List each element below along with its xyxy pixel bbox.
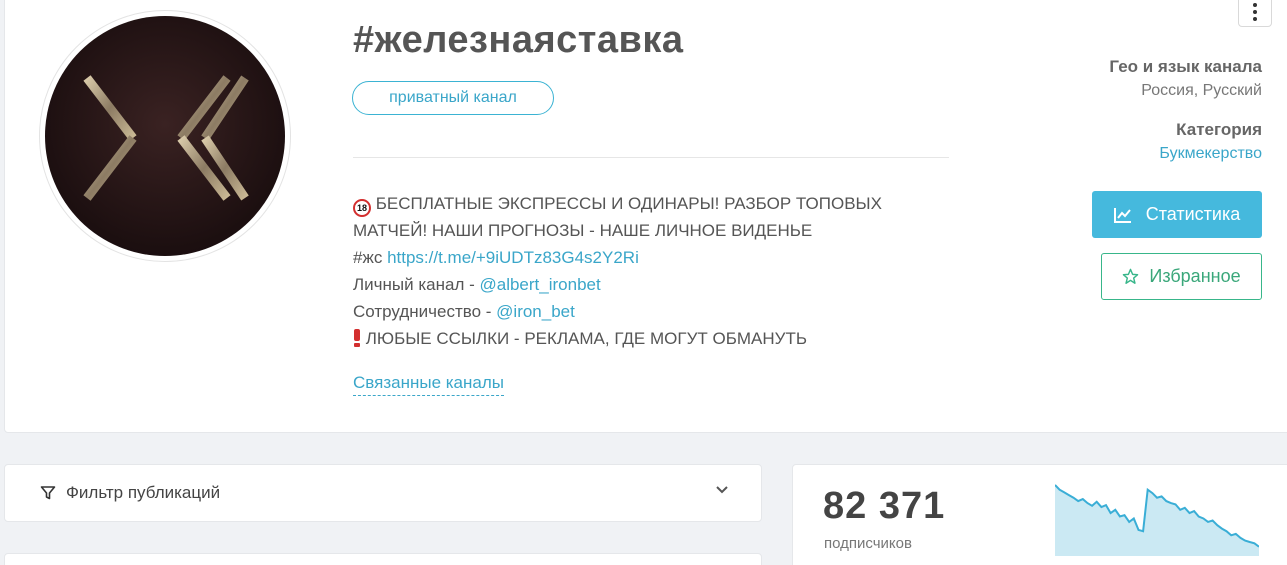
description-line-3: #жс https://t.me/+9iUDTz83G4s2Y2Ri [353, 244, 953, 271]
statistics-button[interactable]: Статистика [1092, 191, 1262, 238]
description-line-4: Личный канал - @albert_ironbet [353, 271, 953, 298]
line-chart-icon [1113, 207, 1131, 223]
invite-link[interactable]: https://t.me/+9iUDTz83G4s2Y2Ri [387, 248, 639, 267]
age-18-icon: 18 [353, 199, 371, 217]
description-text: Личный канал - [353, 275, 480, 294]
more-dot-icon [1253, 16, 1257, 21]
filter-header: Фильтр публикаций [40, 483, 220, 503]
subscribers-trend-chart [1055, 484, 1259, 556]
more-dot-icon [1253, 2, 1257, 7]
description-text: #жс [353, 248, 388, 267]
filter-label: Фильтр публикаций [66, 483, 221, 502]
channel-title: #железнаяставка [353, 19, 684, 61]
subscribers-card: 82 371 подписчиков [792, 464, 1287, 565]
star-icon [1123, 268, 1139, 284]
description-line-6: ЛЮБЫЕ ССЫЛКИ - РЕКЛАМА, ГДЕ МОГУТ ОБМАНУ… [353, 325, 953, 352]
personal-channel-link[interactable]: @albert_ironbet [479, 275, 600, 294]
channel-description: 18 БЕСПЛАТНЫЕ ЭКСПРЕССЫ И ОДИНАРЫ! РАЗБО… [353, 190, 953, 352]
posts-card [4, 553, 762, 565]
description-line-1: 18 БЕСПЛАТНЫЕ ЭКСПРЕССЫ И ОДИНАРЫ! РАЗБО… [353, 190, 953, 217]
geo-language-value: Россия, Русский [1141, 82, 1262, 99]
cooperation-link[interactable]: @iron_bet [496, 302, 575, 321]
related-channels-link[interactable]: Связанные каналы [353, 373, 504, 396]
filter-icon [40, 486, 56, 500]
avatar-logo [83, 75, 249, 201]
publication-filter[interactable]: Фильтр публикаций [4, 464, 762, 522]
favorite-button-label: Избранное [1149, 266, 1241, 286]
chevron-down-icon[interactable] [715, 485, 729, 495]
favorite-button[interactable]: Избранное [1101, 253, 1262, 300]
category-value[interactable]: Букмекерство [1159, 145, 1262, 163]
subscribers-count: 82 371 [823, 485, 946, 527]
avatar-image [45, 16, 285, 256]
description-line-5: Сотрудничество - @iron_bet [353, 298, 953, 325]
channel-avatar [39, 10, 291, 262]
description-text: Сотрудничество - [353, 302, 497, 321]
channel-card: #железнаяставка приватный канал 18 БЕСПЛ… [4, 0, 1287, 433]
description-line-2: МАТЧЕЙ! НАШИ ПРОГНОЗЫ - НАШЕ ЛИЧНОЕ ВИДЕ… [353, 221, 813, 240]
subscribers-label: подписчиков [824, 535, 912, 552]
more-dot-icon [1253, 9, 1257, 14]
private-channel-badge: приватный канал [352, 81, 554, 115]
more-options-button[interactable] [1238, 0, 1272, 27]
description-text: БЕСПЛАТНЫЕ ЭКСПРЕССЫ И ОДИНАРЫ! РАЗБОР Т… [375, 194, 882, 213]
statistics-button-label: Статистика [1145, 204, 1241, 224]
exclamation-icon [353, 329, 361, 347]
trend-area [1055, 485, 1259, 556]
geo-language-label: Гео и язык канала [1109, 57, 1262, 76]
category-label: Категория [1176, 120, 1262, 139]
description-text: ЛЮБЫЕ ССЫЛКИ - РЕКЛАМА, ГДЕ МОГУТ ОБМАНУ… [365, 329, 807, 348]
divider [353, 157, 949, 158]
